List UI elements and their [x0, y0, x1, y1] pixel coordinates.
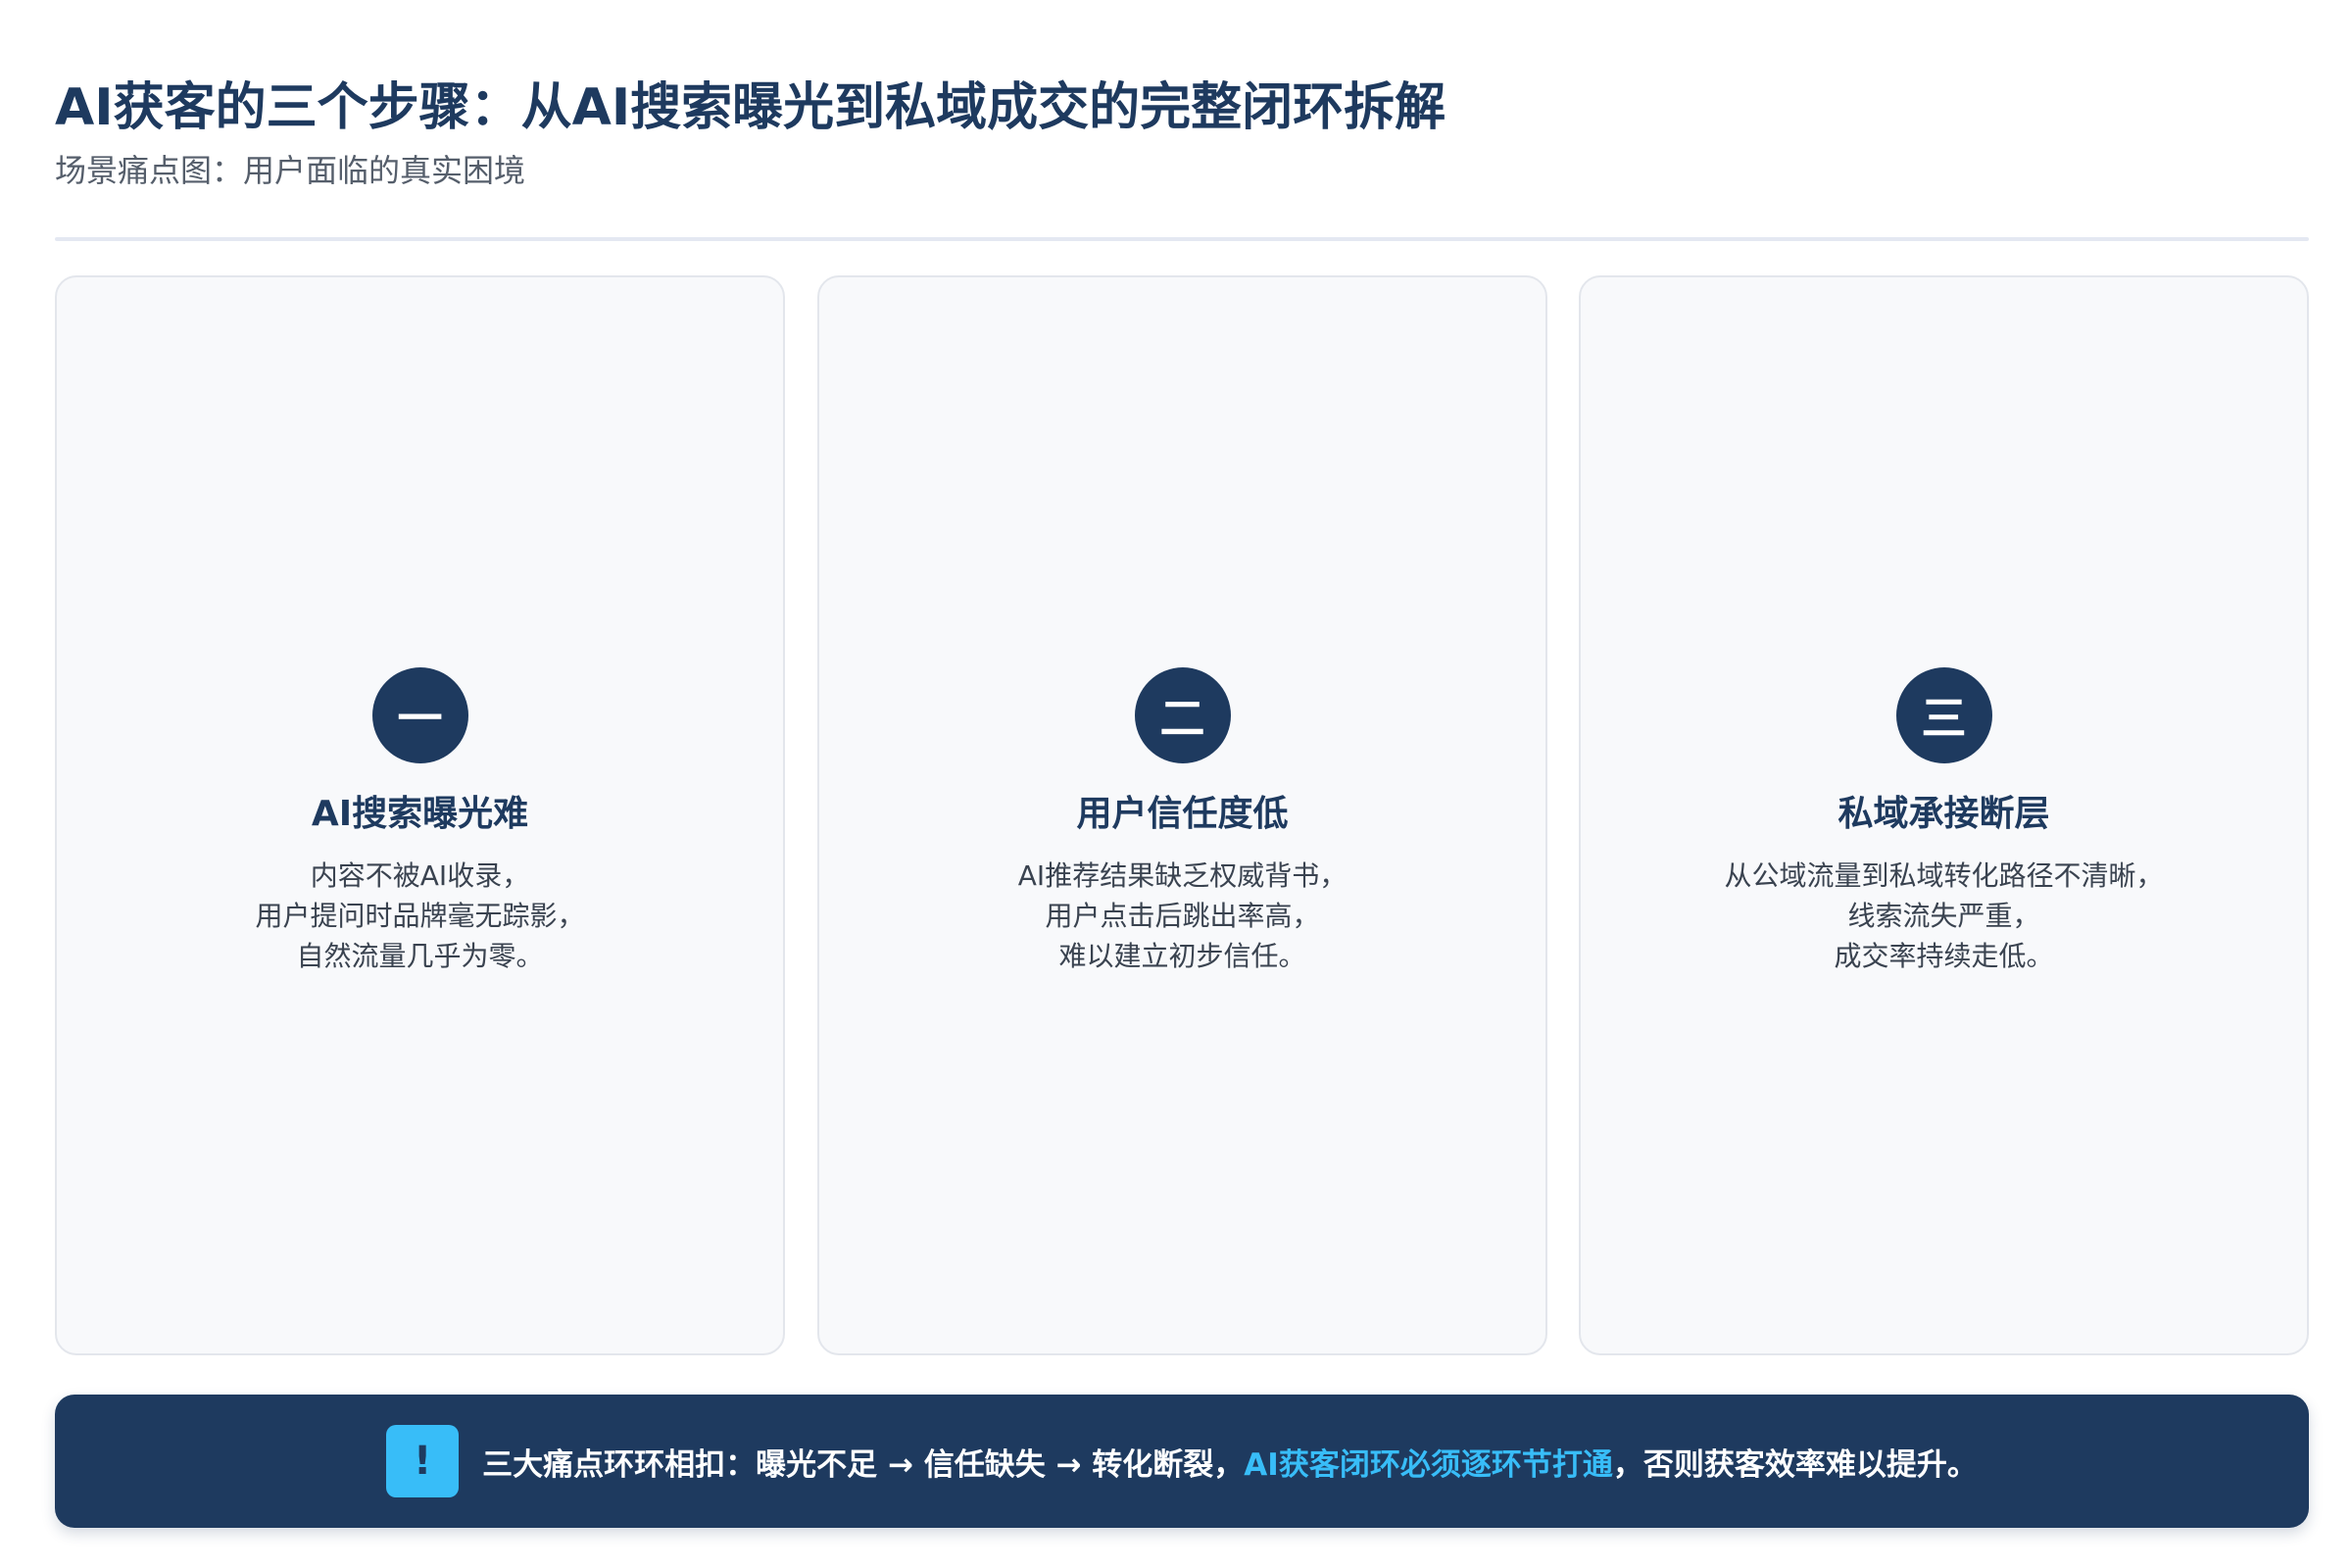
pain-point-cards: 一 AI搜索曝光难 内容不被AI收录， 用户提问时品牌毫无踪影， 自然流量几乎为… [55, 275, 2309, 1355]
card-title: 私域承接断层 [1838, 794, 2050, 834]
card-description-line: 用户点击后跳出率高， [1045, 900, 1320, 932]
page-subtitle: 场景痛点图：用户面临的真实困境 [55, 152, 526, 189]
card-description-line: AI推荐结果缺乏权威背书， [1017, 859, 1348, 892]
card-title: 用户信任度低 [1076, 794, 1289, 834]
card-title: AI搜索曝光难 [311, 794, 529, 834]
summary-text-highlight: AI获客闭环必须逐环节打通 [1244, 1446, 1613, 1483]
step-number-badge: 二 [1134, 667, 1231, 763]
pain-point-card-1: 一 AI搜索曝光难 内容不被AI收录， 用户提问时品牌毫无踪影， 自然流量几乎为… [55, 275, 785, 1355]
card-description-line: 成交率持续走低。 [1834, 940, 2054, 972]
card-description-line: 难以建立初步信任。 [1058, 940, 1306, 972]
card-description-line: 用户提问时品牌毫无踪影， [255, 900, 585, 932]
page: AI获客的三个步骤：从AI搜索曝光到私域成交的完整闭环拆解 场景痛点图：用户面临… [0, 0, 2352, 1568]
pain-point-card-2: 二 用户信任度低 AI推荐结果缺乏权威背书， 用户点击后跳出率高， 难以建立初步… [817, 275, 1547, 1355]
summary-banner: ! 三大痛点环环相扣：曝光不足 → 信任缺失 → 转化断裂，AI获客闭环必须逐环… [55, 1395, 2309, 1528]
summary-text: 三大痛点环环相扣：曝光不足 → 信任缺失 → 转化断裂，AI获客闭环必须逐环节打… [482, 1440, 1978, 1484]
summary-text-lead: 三大痛点环环相扣：曝光不足 → 信任缺失 → 转化断裂， [482, 1446, 1245, 1483]
exclamation-icon: ! [386, 1425, 460, 1497]
card-description: 从公域流量到私域转化路径不清晰， 线索流失严重， 成交率持续走低。 [1724, 856, 2163, 976]
card-description-line: 内容不被AI收录， [310, 859, 530, 892]
card-description-line: 从公域流量到私域转化路径不清晰， [1724, 859, 2164, 892]
summary-text-tail: ，否则获客效率难以提升。 [1612, 1446, 1978, 1483]
divider [55, 237, 2309, 241]
step-number-badge: 三 [1895, 667, 1992, 763]
pain-point-card-3: 三 私域承接断层 从公域流量到私域转化路径不清晰， 线索流失严重， 成交率持续走… [1579, 275, 2309, 1355]
card-description-line: 线索流失严重， [1847, 900, 2040, 932]
card-description: 内容不被AI收录， 用户提问时品牌毫无踪影， 自然流量几乎为零。 [255, 856, 584, 976]
card-description-line: 自然流量几乎为零。 [296, 940, 544, 972]
step-number-badge: 一 [371, 667, 468, 763]
page-title: AI获客的三个步骤：从AI搜索曝光到私域成交的完整闭环拆解 [55, 78, 1446, 137]
card-description: AI推荐结果缺乏权威背书， 用户点击后跳出率高， 难以建立初步信任。 [1018, 856, 1347, 976]
